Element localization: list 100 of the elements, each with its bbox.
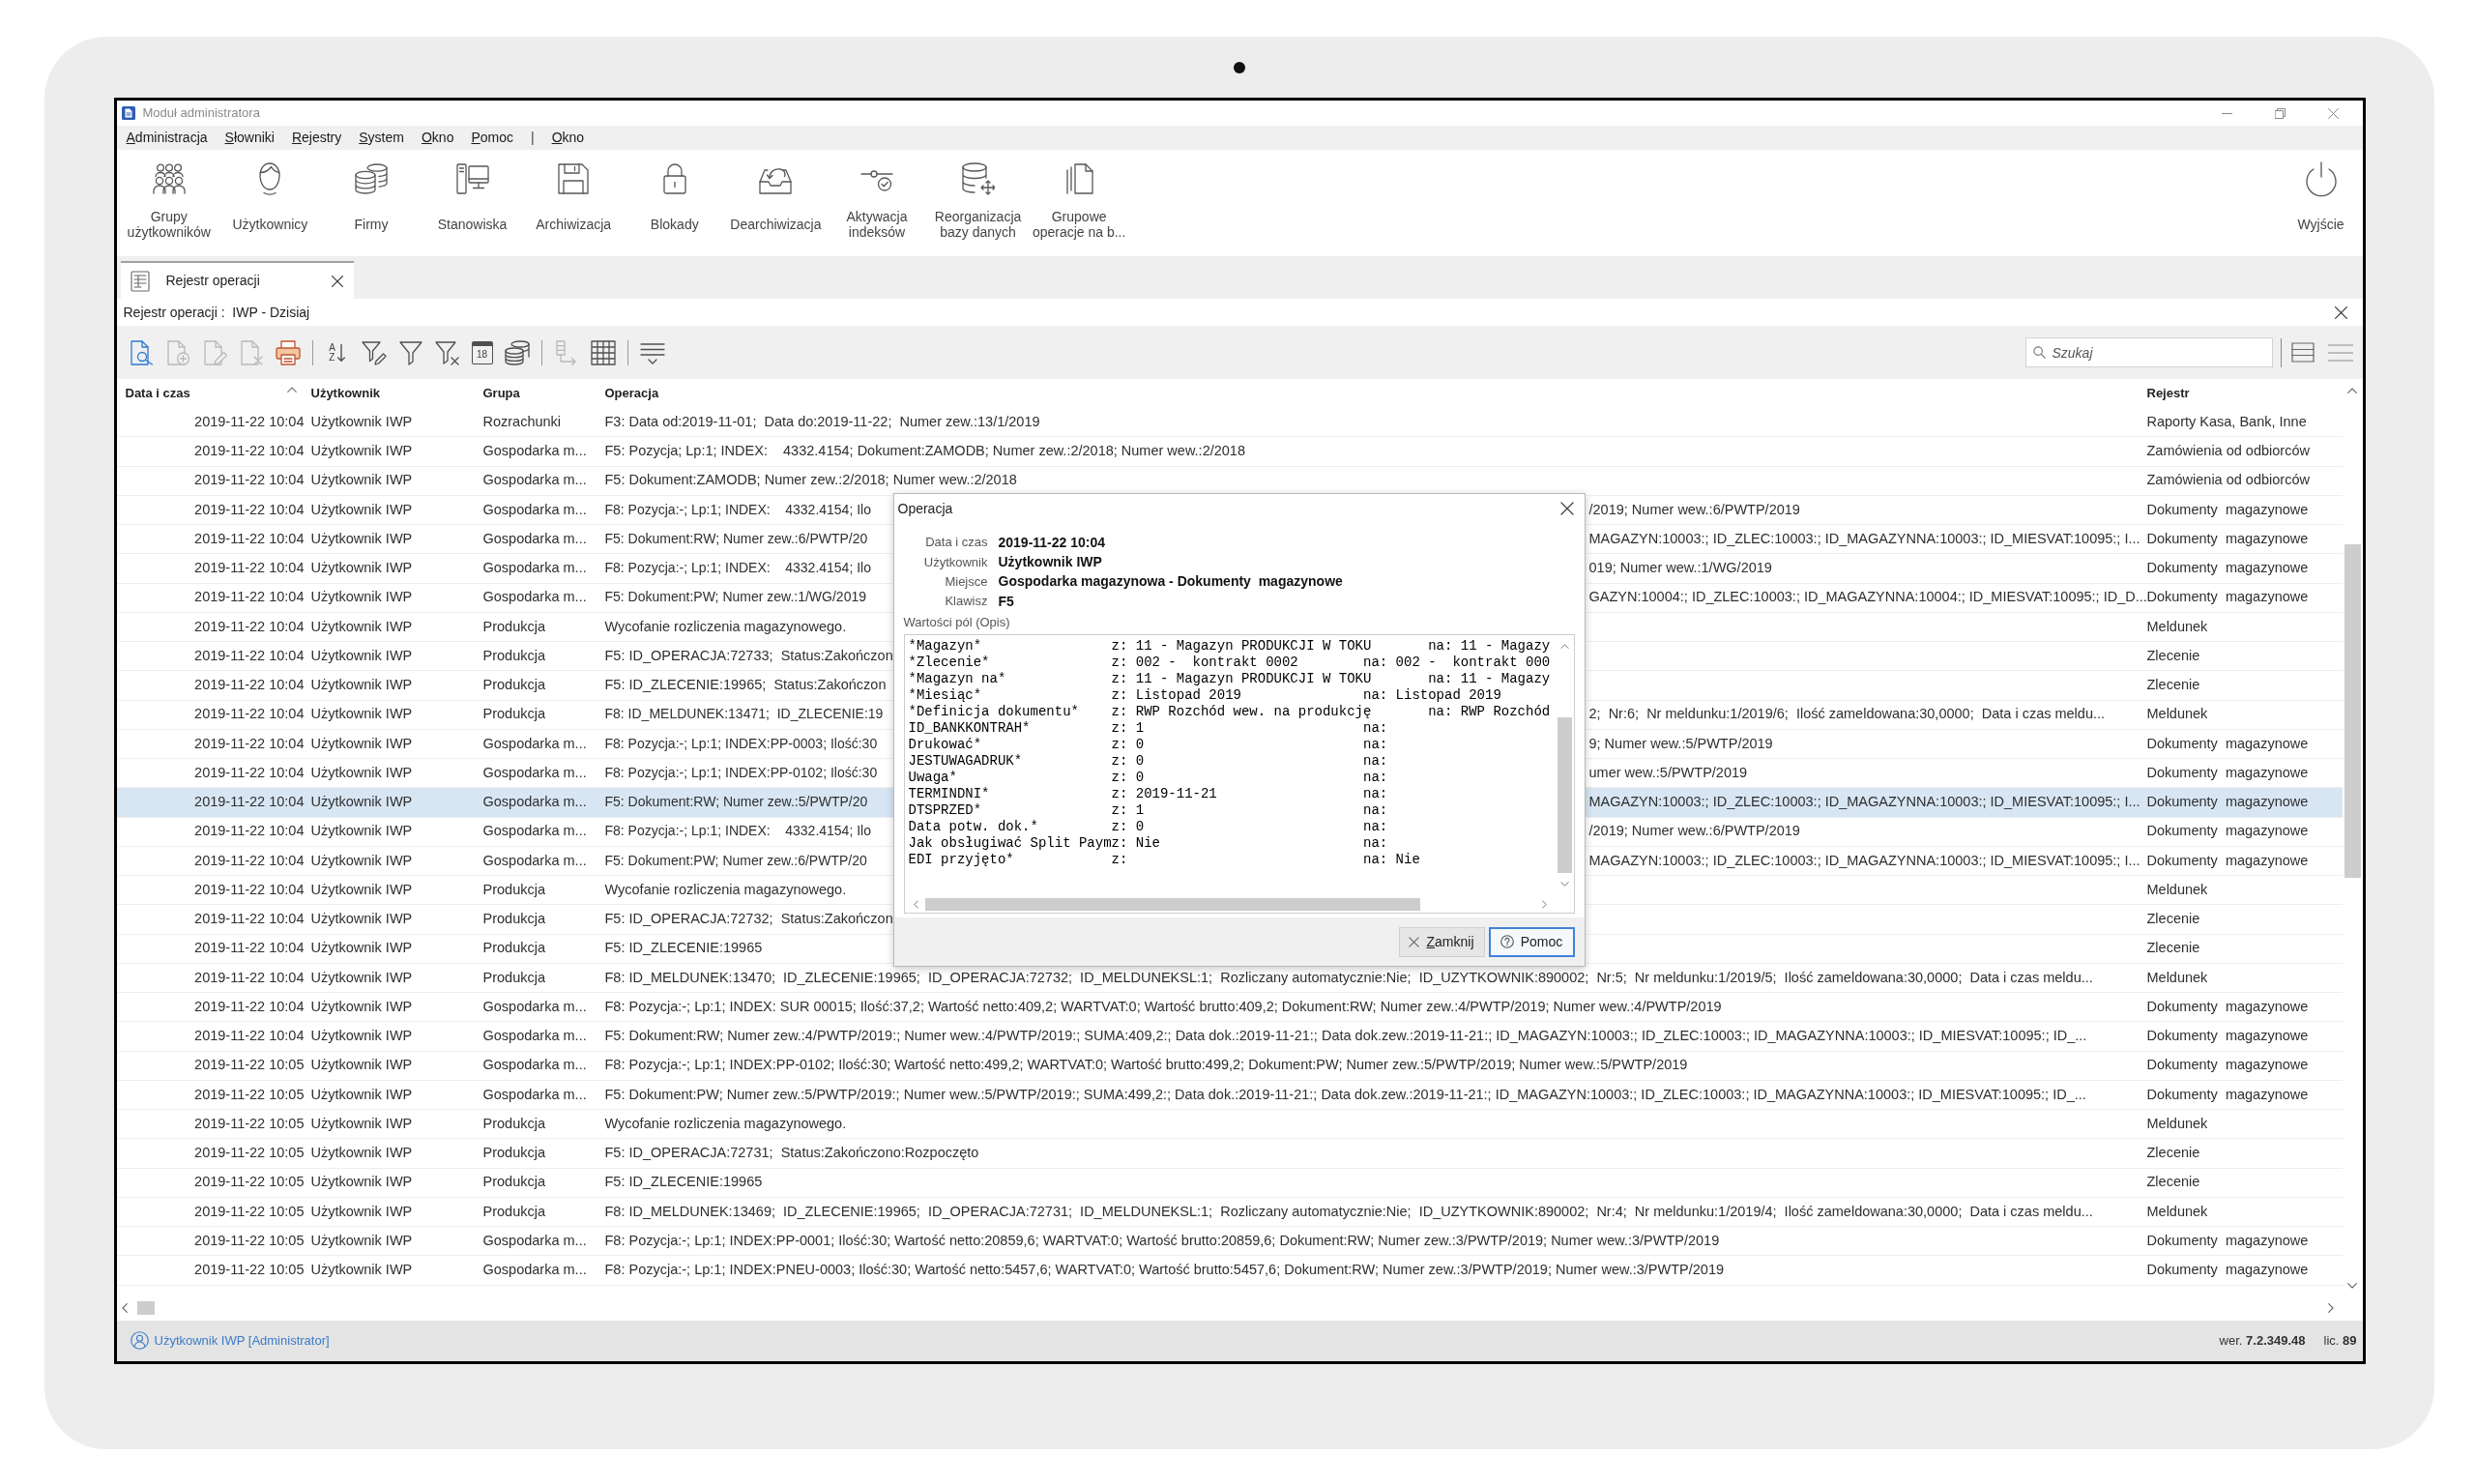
- table-cell-text: Produkcja: [482, 1173, 545, 1192]
- table-cell-text: Gospodarka m...: [482, 529, 587, 548]
- field-label: Miejsce: [945, 573, 988, 591]
- table-cell-text: Użytkownik IWP: [310, 939, 413, 958]
- table-cell-text: Użytkownik IWP: [310, 646, 413, 665]
- table-cell-text: Zlecenie: [2146, 939, 2200, 958]
- table-cell-text: Użytkownik IWP: [310, 822, 413, 841]
- field-label: Klawisz: [945, 593, 988, 611]
- table-cell-text: F8: Pozycja:-; Lp:1; INDEX:PNEU-0003; Ilość:30; Wartość netto:5457,6; WARTVAT:0; Wartość brutto:5457,6; Dokument:RW; Numer zew.:3/PWTP/2019; Numer wew.:3/PWTP/2019: [604, 1261, 1724, 1279]
- table-cell-text: Produkcja: [482, 968, 545, 987]
- table-cell-text: Zlecenie: [2146, 646, 2200, 665]
- table-cell-text: 2019-11-22 10:04: [194, 500, 305, 519]
- table-cell-text: Użytkownik IWP: [310, 910, 413, 928]
- table-cell-text: 2019-11-22 10:04: [194, 910, 305, 928]
- table-cell-text: 2019-11-22 10:04: [194, 968, 305, 987]
- table-cell-text: F5: Pozycja; Lp:1; INDEX: 4332.4154; Dokument:ZAMODB; Numer zew.:2/2018; Numer wew.:2/2018: [604, 442, 1245, 460]
- table-cell-text: Dokumenty magazynowe: [2146, 559, 2309, 577]
- table-cell-text: Użytkownik IWP: [310, 968, 413, 987]
- field-value: Gospodarka magazynowa - Dokumenty magazynowe: [998, 572, 1343, 592]
- table-cell-text: 2019-11-22 10:04: [194, 412, 305, 431]
- table-cell-text: 2019-11-22 10:04: [194, 705, 305, 724]
- table-cell-text: 2019-11-22 10:04: [194, 939, 305, 958]
- table-cell-text: Wycofanie rozliczenia magazynowego.: [604, 880, 847, 899]
- table-cell-text: Użytkownik IWP: [310, 617, 413, 636]
- table-cell-text: Użytkownik IWP: [310, 442, 413, 460]
- table-cell-text: MAGAZYN:10003:; ID_ZLEC:10003:; ID_MAGAZYNNA:10003:; ID_MIESVAT:10095:; I...: [1587, 793, 2140, 811]
- table-cell-text: 2019-11-22 10:04: [194, 442, 305, 460]
- table-cell-text: 2019-11-22 10:05: [194, 1114, 305, 1133]
- table-cell-text: Zlecenie: [2146, 676, 2200, 694]
- table-cell-text: Dokumenty magazynowe: [2146, 793, 2309, 811]
- table-cell-text: Produkcja: [482, 646, 545, 665]
- table-cell-text: Użytkownik IWP: [310, 997, 413, 1016]
- table-cell-text: Produkcja: [482, 939, 545, 958]
- table-cell-text: F8: Pozycja:-; Lp:1; INDEX:PP-0102; Ilość:30: [604, 763, 878, 782]
- table-cell-text: 2019-11-22 10:04: [194, 617, 305, 636]
- table-cell-text: Użytkownik IWP: [310, 880, 413, 899]
- field-label: Wartości pól (Opis): [903, 614, 1010, 632]
- table-cell-text: Użytkownik IWP: [310, 1202, 413, 1221]
- table-cell-text: Gospodarka m...: [482, 1085, 587, 1104]
- table-cell-text: Dokumenty magazynowe: [2146, 851, 2309, 870]
- table-cell-text: F5: ID_OPERACJA:72732; Status:Zakończon: [604, 910, 893, 928]
- table-cell-text: Gospodarka m...: [482, 1027, 587, 1045]
- table-cell-text: F5: Dokument:PW; Numer zew.:6/PWTP/20: [604, 851, 867, 870]
- table-cell-text: Dokumenty magazynowe: [2146, 588, 2309, 607]
- table-cell-text: Gospodarka m...: [482, 734, 587, 753]
- table-cell-text: F8: Pozycja:-; Lp:1; INDEX: 4332.4154; Ilo: [604, 822, 871, 841]
- table-cell-text: Gospodarka m...: [482, 763, 587, 782]
- table-cell-text: Produkcja: [482, 617, 545, 636]
- table-cell-text: 2019-11-22 10:05: [194, 1085, 305, 1104]
- table-cell-text: F5: ID_OPERACJA:72733; Status:Zakończon: [604, 646, 893, 665]
- table-cell-text: Meldunek: [2146, 617, 2208, 636]
- table-cell-text: Użytkownik IWP: [310, 412, 413, 431]
- table-cell-text: F5: ID_ZLECENIE:19965: [604, 939, 763, 958]
- table-cell-text: Dokumenty magazynowe: [2146, 822, 2309, 841]
- table-cell-text: Gospodarka m...: [482, 1056, 587, 1075]
- table-cell-text: Zamówienia od odbiorców: [2146, 471, 2310, 490]
- table-cell-text: Gospodarka m...: [482, 559, 587, 577]
- field-label: Użytkownik: [923, 553, 988, 571]
- table-cell-text: Produkcja: [482, 1202, 545, 1221]
- table-cell-text: 2019-11-22 10:04: [194, 471, 305, 490]
- table-cell-text: Meldunek: [2146, 1114, 2208, 1133]
- table-cell-text: Dokumenty magazynowe: [2146, 734, 2309, 753]
- field-value: F5: [998, 592, 1014, 611]
- table-cell-text: F5: ID_OPERACJA:72731; Status:Zakończono:Rozpoczęto: [604, 1144, 979, 1162]
- dialog-title: Operacja: [897, 499, 953, 518]
- table-cell-text: Dokumenty magazynowe: [2146, 997, 2309, 1016]
- table-cell-text: Dokumenty magazynowe: [2146, 500, 2309, 519]
- table-cell-text: Dokumenty magazynowe: [2146, 1261, 2309, 1279]
- breadcrumb: Rejestr operacji : IWP - Dzisiaj: [123, 303, 310, 322]
- table-cell-text: Użytkownik IWP: [310, 1144, 413, 1162]
- table-cell-text: Produkcja: [482, 1114, 545, 1133]
- table-cell-text: 2019-11-22 10:04: [194, 822, 305, 841]
- table-cell-text: 2019-11-22 10:04: [194, 529, 305, 548]
- table-cell-text: umer wew.:5/PWTP/2019: [1587, 763, 1748, 782]
- table-cell-text: F8: Pozycja:-; Lp:1; INDEX: 4332.4154; Ilo: [604, 559, 871, 577]
- field-value: 2019-11-22 10:04: [998, 533, 1106, 552]
- table-cell-text: Gospodarka m...: [482, 997, 587, 1016]
- table-cell-text: Raporty Kasa, Bank, Inne: [2146, 412, 2307, 431]
- table-cell-text: Gospodarka m...: [482, 851, 587, 870]
- table-cell-text: MAGAZYN:10003:; ID_ZLEC:10003:; ID_MAGAZYNNA:10003:; ID_MIESVAT:10095:; I...: [1587, 529, 2140, 548]
- table-cell-text: Gospodarka m...: [482, 500, 587, 519]
- table-cell-text: 2019-11-22 10:05: [194, 1173, 305, 1192]
- table-cell-text: 2; Nr:6; Nr meldunku:1/2019/6; Ilość zameldowana:30,0000; Data i czas meldu...: [1587, 705, 2106, 724]
- table-cell-text: F5: Dokument:PW; Numer zew.:5/PWTP/2019:; Numer wew.:5/PWTP/2019:; SUMA:499,2:; Data dok.:2019-11-21:; Data dok.zew.:2019-11-21:; ID_MAGAZYN:10003:; ID_ZLEC:10003:; ID_MAGAZYNNA:10003:; ID_MIESVAT:10095:; ID_...: [604, 1085, 2086, 1104]
- table-cell-text: Gospodarka m...: [482, 793, 587, 811]
- table-cell-text: Gospodarka m...: [482, 1261, 587, 1279]
- table-cell-text: 2019-11-22 10:04: [194, 997, 305, 1016]
- table-cell-text: Użytkownik IWP: [310, 1027, 413, 1045]
- table-cell-text: /2019; Numer wew.:6/PWTP/2019: [1587, 500, 1800, 519]
- table-cell-text: Gospodarka m...: [482, 822, 587, 841]
- table-cell-text: F8: ID_MELDUNEK:13469; ID_ZLECENIE:19965; ID_OPERACJA:72731; ID_MELDUNEKSL:1; Rozliczany automatycznie:Nie; ID_UZYTKOWNIK:890002; Nr:4; Nr meldunku:1/2019/4; Ilość zameldowana:30,0000; Data i czas meldu...: [604, 1202, 2093, 1221]
- table-cell-text: 9; Numer wew.:5/PWTP/2019: [1587, 734, 1773, 753]
- table-cell-text: F8: ID_MELDUNEK:13470; ID_ZLECENIE:19965; ID_OPERACJA:72732; ID_MELDUNEKSL:1; Rozliczany automatycznie:Nie; ID_UZYTKOWNIK:890002; Nr:5; Nr meldunku:1/2019/5; Ilość zameldowana:30,0000; Data i czas meldu...: [604, 968, 2093, 987]
- version-label: wer. 7.2.349.48: [2219, 1331, 2306, 1350]
- table-cell-text: Użytkownik IWP: [310, 676, 413, 694]
- table-cell-text: Dokumenty magazynowe: [2146, 1231, 2309, 1250]
- table-cell-text: Meldunek: [2146, 968, 2208, 987]
- table-cell-text: 2019-11-22 10:04: [194, 588, 305, 607]
- menu-separator: |: [531, 129, 535, 147]
- table-cell-text: Zamówienia od odbiorców: [2146, 442, 2310, 460]
